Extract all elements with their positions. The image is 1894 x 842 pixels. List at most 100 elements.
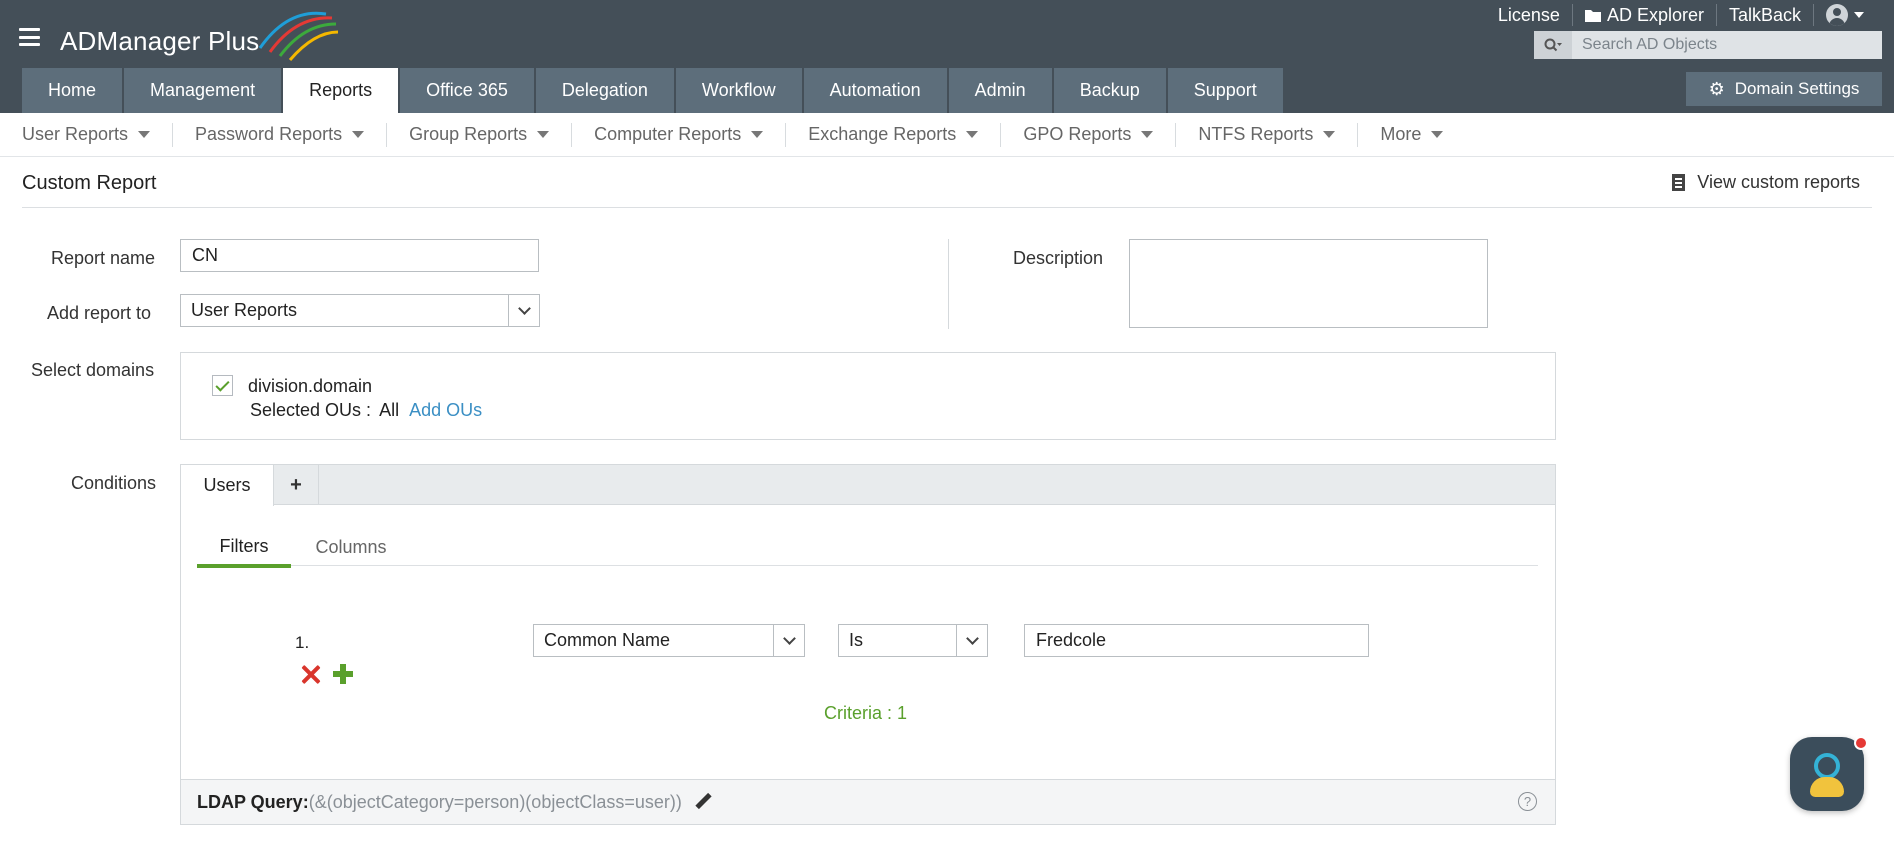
document-icon [1672, 174, 1686, 191]
chatbot-button[interactable] [1790, 736, 1868, 811]
license-link[interactable]: License [1486, 5, 1572, 26]
search-input[interactable] [1572, 36, 1872, 54]
ldap-query-value: (&(objectCategory=person)(objectClass=us… [308, 791, 682, 812]
chevron-down-icon [1854, 12, 1864, 18]
domain-checkbox[interactable] [212, 375, 233, 396]
gear-icon: ⚙ [1708, 78, 1725, 99]
filter-attribute-select[interactable]: Common Name [533, 624, 805, 657]
tab-automation[interactable]: Automation [803, 68, 947, 113]
tab-reports[interactable]: Reports [283, 68, 399, 113]
report-name-label: Report name [51, 248, 156, 268]
tab-backup[interactable]: Backup [1053, 68, 1166, 113]
add-report-to-value: User Reports [191, 300, 298, 320]
folder-icon [1584, 9, 1601, 22]
domains-panel: division.domain Selected OUs : All Add OUs [180, 352, 1556, 440]
pencil-icon[interactable] [694, 793, 712, 811]
chevron-down-icon [1431, 131, 1444, 138]
description-textarea[interactable] [1129, 239, 1488, 328]
add-report-to-select[interactable]: User Reports [180, 294, 540, 327]
submenu-gpo-reports[interactable]: GPO Reports [1023, 124, 1154, 145]
filter-tabs: Filters Columns [197, 529, 1538, 568]
criteria-count: Criteria : 1 [824, 703, 908, 723]
submenu-user-reports[interactable]: User Reports [22, 124, 151, 145]
help-icon[interactable]: ? [1518, 792, 1537, 811]
add-ous-link[interactable]: Add OUs [409, 400, 482, 420]
report-name-input[interactable]: CN [180, 239, 539, 272]
add-report-to-label: Add report to [47, 303, 152, 323]
divider [571, 122, 573, 147]
filter-attribute-value: Common Name [544, 630, 671, 650]
tab-filters[interactable]: Filters [197, 529, 291, 568]
submenu-computer-reports[interactable]: Computer Reports [594, 124, 764, 145]
chevron-down-icon [138, 131, 151, 138]
chatbot-body [1810, 777, 1844, 797]
chevron-down-icon [352, 131, 365, 138]
domain-settings-label: Domain Settings [1734, 79, 1860, 98]
divider [172, 122, 174, 147]
submenu-label: NTFS Reports [1198, 124, 1314, 144]
license-label: License [1497, 4, 1560, 25]
chevron-down-icon [1141, 131, 1154, 138]
select-domains-label: Select domains [31, 360, 155, 380]
user-menu[interactable] [1814, 4, 1876, 26]
tab-workflow[interactable]: Workflow [675, 68, 802, 113]
divider [22, 207, 1872, 208]
description-label: Description [1013, 248, 1104, 268]
submenu-label: GPO Reports [1023, 124, 1132, 144]
submenu-label: Computer Reports [594, 124, 742, 144]
app-header: ADManager Plus License AD Explorer TalkB… [0, 0, 1894, 113]
chevron-down-icon [956, 625, 987, 656]
notification-badge [1854, 736, 1868, 750]
ad-explorer-link[interactable]: AD Explorer [1573, 5, 1716, 26]
selected-ous-value: All [379, 400, 400, 420]
hamburger-menu-icon[interactable] [19, 28, 40, 46]
filter-row-number: 1. [295, 633, 310, 652]
talkback-link[interactable]: TalkBack [1717, 5, 1813, 26]
object-tabbar: Users + [181, 465, 1555, 506]
talkback-label: TalkBack [1728, 4, 1801, 25]
selected-ous-label: Selected OUs : [250, 400, 372, 420]
add-object-tab-button[interactable]: + [274, 465, 319, 505]
chevron-down-icon [508, 295, 539, 326]
tab-office365[interactable]: Office 365 [400, 68, 534, 113]
chevron-down-icon [751, 131, 764, 138]
plus-icon[interactable] [333, 664, 353, 684]
tab-users[interactable]: Users [181, 465, 274, 506]
submenu-ntfs-reports[interactable]: NTFS Reports [1198, 124, 1336, 145]
divider [1357, 122, 1359, 147]
search-icon[interactable] [1534, 31, 1572, 59]
submenu-password-reports[interactable]: Password Reports [195, 124, 365, 145]
submenu-group-reports[interactable]: Group Reports [409, 124, 550, 145]
search-bar [1534, 31, 1882, 59]
tab-delegation[interactable]: Delegation [535, 68, 674, 113]
delete-icon[interactable] [300, 664, 321, 685]
filter-operator-value: Is [849, 630, 864, 650]
conditions-label: Conditions [71, 473, 157, 493]
user-icon [1826, 4, 1848, 26]
chevron-down-icon [1323, 131, 1336, 138]
filter-operator-select[interactable]: Is [838, 624, 988, 657]
tab-admin[interactable]: Admin [948, 68, 1052, 113]
divider [948, 239, 949, 329]
tab-home[interactable]: Home [22, 68, 123, 113]
reports-submenu: User Reports Password Reports Group Repo… [0, 113, 1894, 157]
submenu-exchange-reports[interactable]: Exchange Reports [808, 124, 979, 145]
submenu-label: Exchange Reports [808, 124, 957, 144]
filter-value-input[interactable]: Fredcole [1024, 624, 1369, 657]
tab-support[interactable]: Support [1167, 68, 1283, 113]
chatbot-icon [1814, 753, 1840, 779]
tab-columns[interactable]: Columns [311, 529, 391, 566]
submenu-more[interactable]: More [1380, 124, 1444, 145]
ldap-query-bar: LDAP Query: (&(objectCategory=person)(ob… [181, 779, 1555, 824]
view-custom-reports-link[interactable]: View custom reports [1672, 172, 1860, 193]
conditions-panel: Users + Filters Columns 1. Common Name I… [180, 464, 1556, 825]
divider [1000, 122, 1002, 147]
divider [386, 122, 388, 147]
tab-management[interactable]: Management [124, 68, 282, 113]
chevron-down-icon [966, 131, 979, 138]
domain-settings-button[interactable]: ⚙ Domain Settings [1686, 72, 1882, 106]
selected-ous: Selected OUs : All Add OUs [250, 400, 482, 421]
divider [785, 122, 787, 147]
checkmark-icon [215, 376, 230, 392]
submenu-label: Password Reports [195, 124, 343, 144]
